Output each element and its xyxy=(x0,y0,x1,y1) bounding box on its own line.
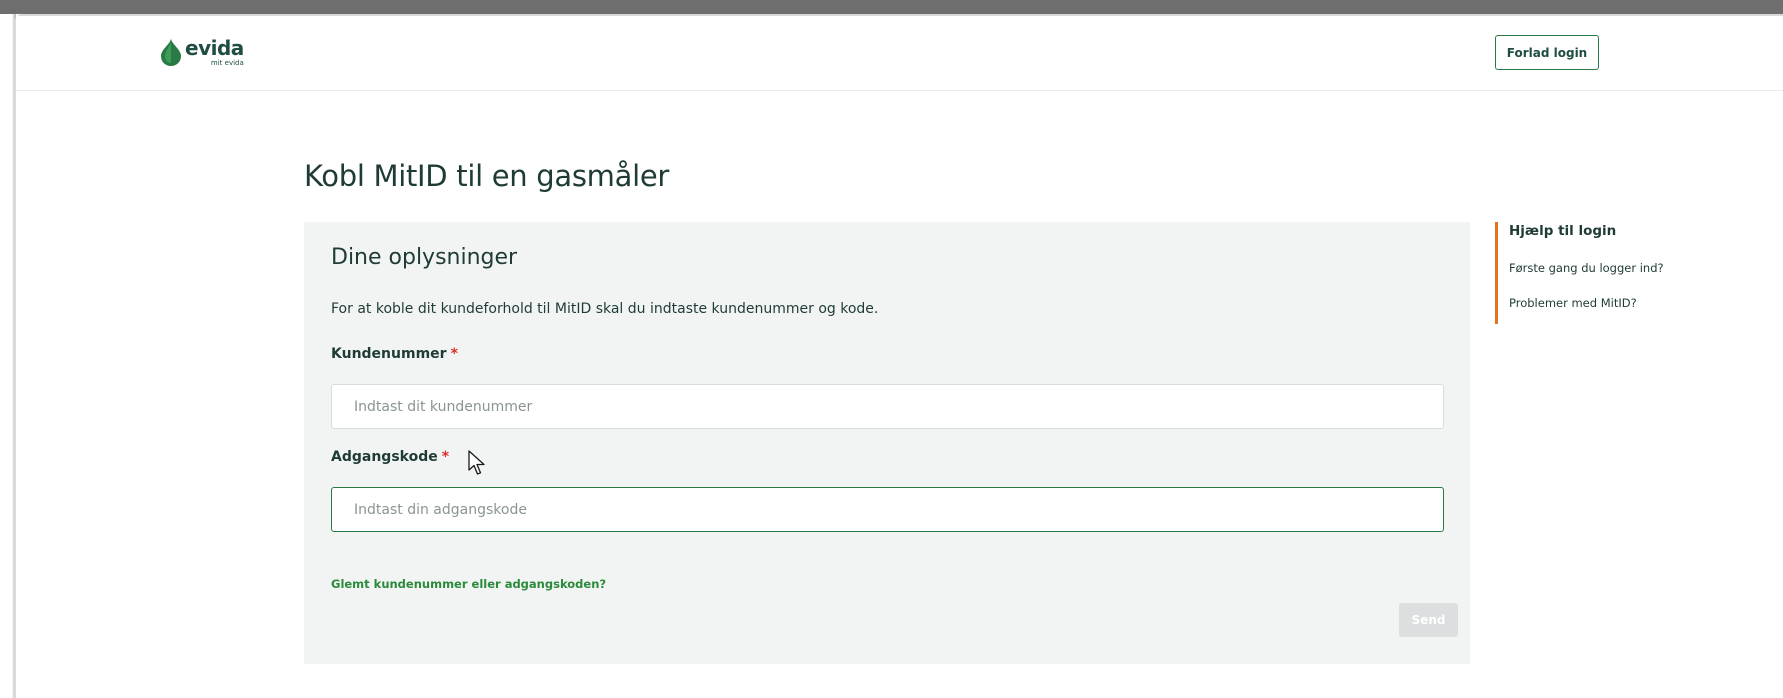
password-label-text: Adgangskode xyxy=(331,449,438,465)
forgot-credentials-link[interactable]: Glemt kundenummer eller adgangskoden? xyxy=(331,577,606,591)
browser-window: evida mit evida Forlad login Kobl MitID … xyxy=(16,16,1783,698)
password-label: Adgangskode * xyxy=(331,449,449,465)
required-marker: * xyxy=(441,449,450,465)
form-intro-text: For at koble dit kundeforhold til MitID … xyxy=(331,301,879,317)
evida-drop-logo-icon xyxy=(161,38,181,66)
login-help-panel: Hjælp til login Første gang du logger in… xyxy=(1495,222,1698,324)
mouse-pointer-icon xyxy=(468,450,485,475)
window-edge xyxy=(0,14,16,698)
help-link-mitid-problems[interactable]: Problemer med MitID? xyxy=(1509,296,1637,310)
customer-number-label-text: Kundenummer xyxy=(331,346,447,362)
leave-login-button[interactable]: Forlad login xyxy=(1495,35,1599,70)
customer-number-input[interactable] xyxy=(331,384,1444,429)
logo-subtitle: mit evida xyxy=(210,59,244,67)
top-bar: evida mit evida Forlad login xyxy=(16,16,1783,91)
customer-number-label: Kundenummer * xyxy=(331,346,458,362)
help-link-first-login[interactable]: Første gang du logger ind? xyxy=(1509,261,1664,275)
details-form-panel: Dine oplysninger For at koble dit kundef… xyxy=(304,222,1470,664)
logo-word: evida xyxy=(185,36,244,60)
page-title: Kobl MitID til en gasmåler xyxy=(304,159,670,193)
form-heading: Dine oplysninger xyxy=(331,245,518,270)
password-input[interactable] xyxy=(331,487,1444,532)
evida-logo[interactable]: evida mit evida xyxy=(160,38,244,67)
send-button[interactable]: Send xyxy=(1399,603,1458,637)
help-title: Hjælp til login xyxy=(1509,223,1617,239)
required-marker: * xyxy=(450,346,458,362)
logo-text: evida mit evida xyxy=(185,38,244,67)
